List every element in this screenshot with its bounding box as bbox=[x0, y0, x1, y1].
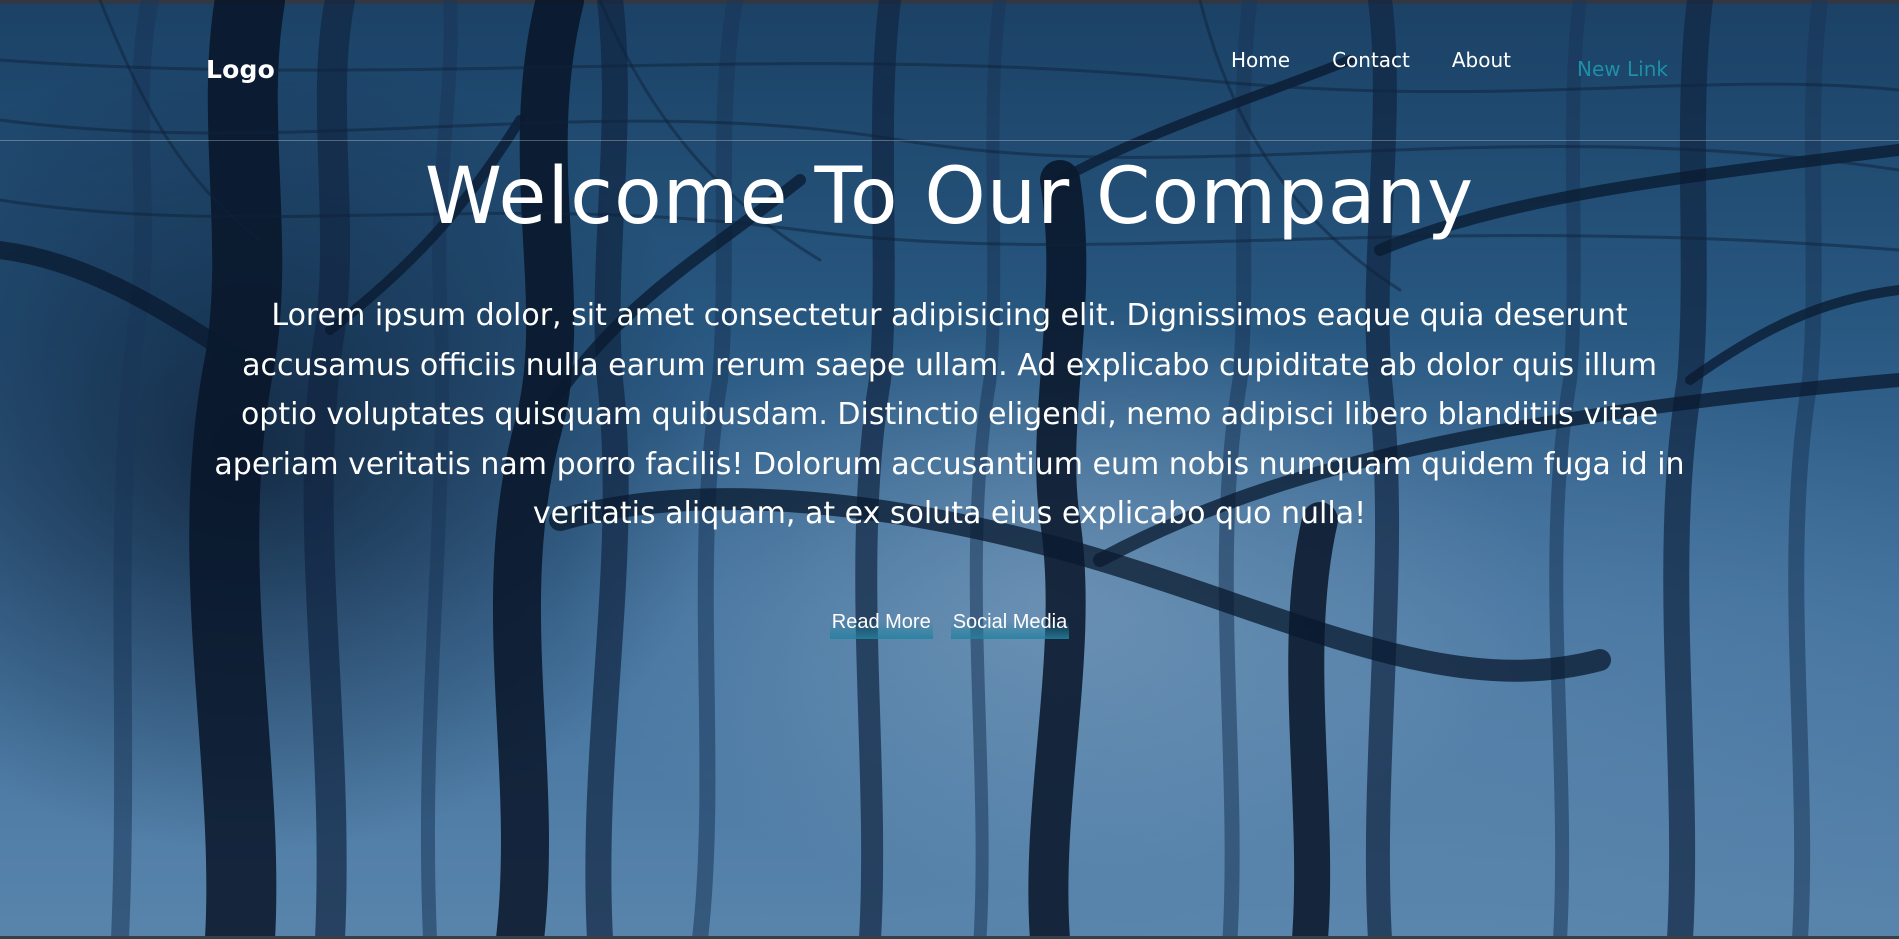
nav-link-new-link[interactable]: New Link bbox=[1577, 57, 1668, 81]
hero-title: Welcome To Our Company bbox=[424, 152, 1475, 242]
page: Logo Home Contact About New Link Welcome… bbox=[0, 0, 1899, 939]
navbar: Logo Home Contact About New Link bbox=[0, 0, 1899, 141]
hero-section: Welcome To Our Company Lorem ipsum dolor… bbox=[0, 141, 1899, 639]
nav-link-home[interactable]: Home bbox=[1231, 48, 1290, 72]
logo[interactable]: Logo bbox=[206, 55, 275, 84]
hero-buttons: Read More Social Media bbox=[0, 604, 1899, 639]
nav-link-contact[interactable]: Contact bbox=[1332, 48, 1410, 72]
social-media-button[interactable]: Social Media bbox=[950, 604, 1070, 639]
nav-links: Home Contact About New Link bbox=[1231, 48, 1668, 81]
read-more-button[interactable]: Read More bbox=[829, 604, 933, 639]
hero-description: Lorem ipsum dolor, sit amet consectetur … bbox=[214, 298, 1685, 531]
nav-link-about[interactable]: About bbox=[1452, 48, 1511, 72]
